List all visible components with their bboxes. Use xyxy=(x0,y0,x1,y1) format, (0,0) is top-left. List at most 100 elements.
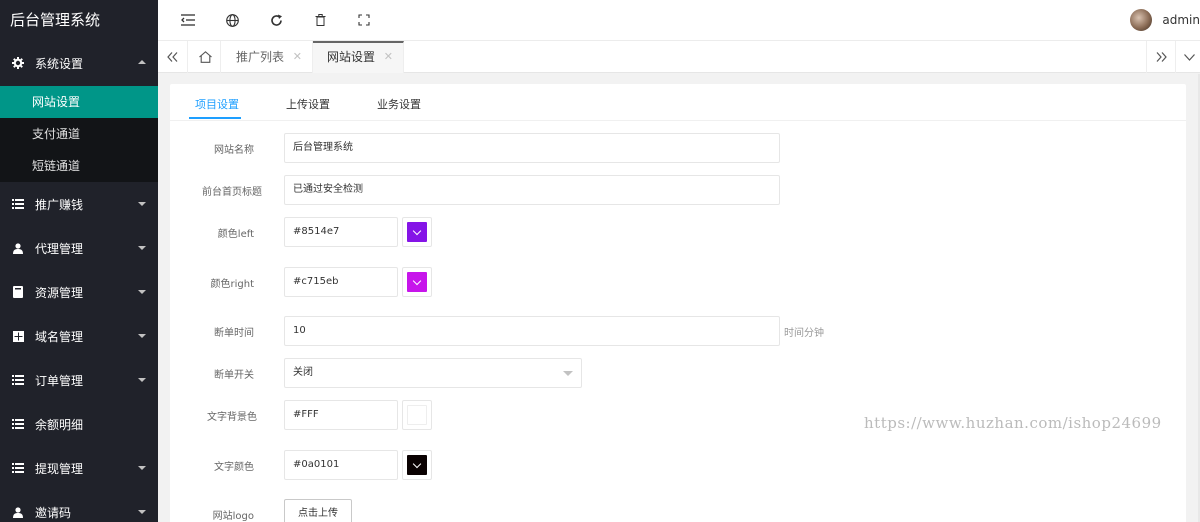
settings-card: 项目设置 上传设置 业务设置 网站名称 后台管理系统 前台首页标题 已通过安全检… xyxy=(170,84,1186,522)
site-name-input[interactable]: 后台管理系统 xyxy=(284,133,780,163)
watermark-text: https://www.huzhan.com/ishop24699 xyxy=(864,414,1162,432)
nav-group-agent[interactable]: 代理管理 xyxy=(0,226,158,270)
home-icon[interactable] xyxy=(191,41,221,73)
logo-label: 网站logo xyxy=(212,511,254,522)
close-icon[interactable]: ✕ xyxy=(384,43,393,71)
subnav-system-settings: 网站设置 支付通道 短链通道 xyxy=(0,86,158,182)
tabs-scroll-right-icon[interactable] xyxy=(1146,41,1176,73)
text-color-label: 文字颜色 xyxy=(214,462,254,473)
text-bg-label: 文字背景色 xyxy=(207,412,257,423)
chevron-down-icon xyxy=(412,459,422,468)
color-left-input[interactable]: #8514e7 xyxy=(284,217,398,247)
chevron-down-icon xyxy=(412,226,422,235)
nav-group-label: 代理管理 xyxy=(35,241,84,256)
text-color-input[interactable]: #0a0101 xyxy=(284,450,398,480)
nav-group-label: 域名管理 xyxy=(35,329,84,344)
break-time-label: 断单时间 xyxy=(214,328,254,339)
user-menu[interactable]: admin xyxy=(1130,9,1200,31)
refresh-icon[interactable] xyxy=(268,12,284,28)
chevron-down-icon xyxy=(138,290,146,294)
color-right-picker[interactable] xyxy=(402,267,432,297)
chevron-down-icon xyxy=(138,510,146,514)
text-bg-swatch xyxy=(407,405,427,425)
avatar xyxy=(1130,9,1153,31)
nav-group-label: 提现管理 xyxy=(35,461,84,476)
subnav-item-payment-channel[interactable]: 支付通道 xyxy=(0,118,158,150)
chevron-down-icon xyxy=(138,202,146,206)
chevron-down-icon xyxy=(138,334,146,338)
caret-down-icon xyxy=(563,371,573,376)
menu-collapse-icon[interactable] xyxy=(180,12,196,28)
tab-promotion-list[interactable]: 推广列表 ✕ xyxy=(222,41,313,73)
user-group-icon xyxy=(12,242,24,254)
tabs-menu-chevron-down-icon[interactable] xyxy=(1178,41,1200,73)
gear-icon xyxy=(12,57,24,69)
color-right-input[interactable]: #c715eb xyxy=(284,267,398,297)
nav-group-promotion[interactable]: 推广赚钱 xyxy=(0,182,158,226)
tabs-scroll-left-icon[interactable] xyxy=(158,41,188,73)
break-switch-select[interactable]: 关闭 xyxy=(284,358,582,388)
tab-label: 推广列表 xyxy=(236,50,285,64)
nav-group-label: 推广赚钱 xyxy=(35,197,84,212)
break-time-hint: 时间分钟 xyxy=(784,328,824,339)
chevron-down-icon xyxy=(138,246,146,250)
text-color-swatch xyxy=(407,455,427,475)
user-name: admin xyxy=(1162,13,1200,27)
color-left-picker[interactable] xyxy=(402,217,432,247)
text-color-picker[interactable] xyxy=(402,450,432,480)
trash-icon[interactable] xyxy=(312,12,328,28)
tab-project-settings[interactable]: 项目设置 xyxy=(195,96,239,112)
tab-label: 网站设置 xyxy=(327,50,376,64)
settings-tabs: 项目设置 上传设置 业务设置 xyxy=(170,84,1186,121)
upload-logo-button[interactable]: 点击上传 xyxy=(284,499,352,522)
break-switch-label: 断单开关 xyxy=(214,370,254,381)
list-icon xyxy=(12,374,24,386)
user-icon xyxy=(12,506,24,518)
book-icon xyxy=(12,286,24,298)
tab-business-settings[interactable]: 业务设置 xyxy=(377,96,421,112)
sidebar: 后台管理系统 系统设置 网站设置 支付通道 短链通道 推广赚钱 代理管理 资源管… xyxy=(0,0,158,522)
site-name-label: 网站名称 xyxy=(214,145,254,156)
fullscreen-icon[interactable] xyxy=(356,12,372,28)
color-left-label: 颜色left xyxy=(217,229,254,240)
subnav-item-shortlink-channel[interactable]: 短链通道 xyxy=(0,150,158,182)
list-icon xyxy=(12,462,24,474)
nav-item-balance[interactable]: 余额明细 xyxy=(0,402,158,446)
app-logo-title: 后台管理系统 xyxy=(0,0,158,40)
color-right-swatch xyxy=(407,272,427,292)
nav-group-resource[interactable]: 资源管理 xyxy=(0,270,158,314)
color-right-label: 颜色right xyxy=(210,279,255,290)
nav-group-label: 资源管理 xyxy=(35,285,84,300)
home-title-input[interactable]: 已通过安全检测 xyxy=(284,175,780,205)
page-tabs-bar: 推广列表 ✕ 网站设置 ✕ xyxy=(158,41,1200,73)
nav-group-domain[interactable]: 域名管理 xyxy=(0,314,158,358)
tab-upload-settings[interactable]: 上传设置 xyxy=(286,96,330,112)
globe-icon[interactable] xyxy=(224,12,240,28)
nav-group-invite[interactable]: 邀请码 xyxy=(0,490,158,522)
nav-group-label: 订单管理 xyxy=(35,373,84,388)
text-bg-input[interactable]: #FFF xyxy=(284,400,398,430)
chevron-down-icon xyxy=(138,466,146,470)
nav-group-label: 系统设置 xyxy=(35,56,84,71)
break-switch-value: 关闭 xyxy=(293,367,313,378)
grid-icon xyxy=(12,330,24,342)
active-tab-indicator xyxy=(189,117,241,119)
nav-group-withdraw[interactable]: 提现管理 xyxy=(0,446,158,490)
home-title-label: 前台首页标题 xyxy=(202,187,262,198)
close-icon[interactable]: ✕ xyxy=(293,41,302,73)
chevron-up-icon xyxy=(138,60,146,64)
chevron-down-icon xyxy=(412,276,422,285)
nav-group-system-settings[interactable]: 系统设置 xyxy=(0,40,158,86)
text-bg-picker[interactable] xyxy=(402,400,432,430)
chevron-down-icon xyxy=(138,378,146,382)
top-header: admin xyxy=(158,0,1200,41)
list-icon xyxy=(12,418,24,430)
nav-group-label: 邀请码 xyxy=(35,505,72,520)
tab-site-settings[interactable]: 网站设置 ✕ xyxy=(313,41,404,73)
break-time-input[interactable]: 10 xyxy=(284,316,780,346)
color-left-swatch xyxy=(407,222,427,242)
nav-item-label: 余额明细 xyxy=(35,417,84,432)
nav-group-orders[interactable]: 订单管理 xyxy=(0,358,158,402)
list-icon xyxy=(12,198,24,210)
subnav-item-site-settings[interactable]: 网站设置 xyxy=(0,86,158,118)
